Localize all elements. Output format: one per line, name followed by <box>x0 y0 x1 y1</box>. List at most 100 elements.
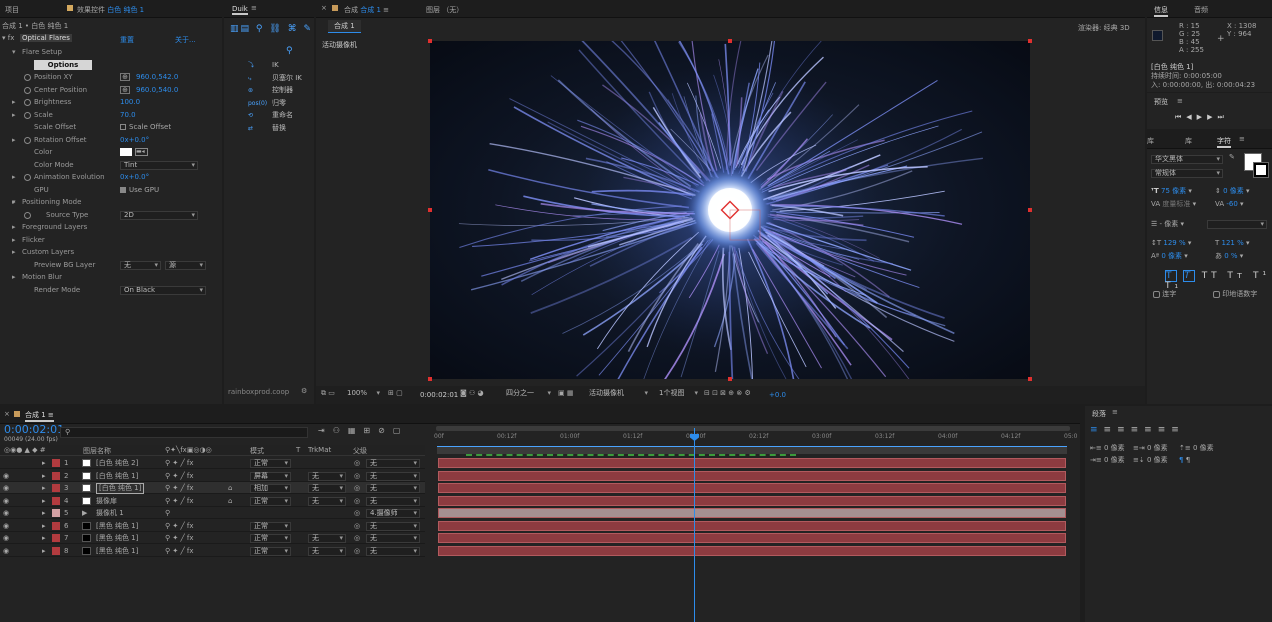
label-color[interactable] <box>52 496 60 505</box>
options-button[interactable]: Options <box>34 59 92 70</box>
tab-effects-presets[interactable]: 库 <box>1147 136 1154 146</box>
effect-param-row[interactable]: Color ▬◂ <box>0 146 222 158</box>
selection-handle[interactable] <box>728 39 732 43</box>
pickwhip-icon[interactable]: ◎ <box>354 482 360 494</box>
layer-duration-bar[interactable] <box>438 458 1066 468</box>
snapshot-icon[interactable]: ⧉ ▭ <box>321 389 335 398</box>
space-before[interactable]: ⇡≡ 0 像素 <box>1179 442 1214 454</box>
timecode[interactable]: 0:00:02:01 <box>4 423 64 436</box>
zoom-select[interactable]: 100% <box>344 390 382 399</box>
param-select[interactable]: On Black <box>120 285 206 295</box>
mode-select[interactable]: 正常 <box>250 459 291 468</box>
tab-character[interactable]: 字符 <box>1217 136 1231 148</box>
layer-duration-bar[interactable] <box>438 483 1066 493</box>
layer-switches[interactable]: ⚲ ✦ ╱ fx <box>165 545 194 557</box>
pickwhip-icon[interactable]: ◎ <box>354 457 360 469</box>
align-buttons[interactable]: ≡≡≡≡≡≡≡ <box>1090 425 1185 435</box>
eye-icon[interactable]: ◉ <box>3 495 9 507</box>
eye-icon[interactable]: ◉ <box>3 520 9 532</box>
font-family-select[interactable]: 华文黑体 <box>1151 155 1223 164</box>
current-time[interactable]: 0:00:02:01 <box>420 391 458 399</box>
selection-handle[interactable] <box>428 39 432 43</box>
stroke-type-select[interactable] <box>1207 220 1267 229</box>
eye-icon[interactable]: ◉ <box>3 532 9 544</box>
effect-param-row[interactable]: ▸ ▾ Positioning Mode <box>0 196 222 208</box>
eye-icon[interactable]: ◉ <box>3 470 9 482</box>
trkmat-select[interactable]: 无 <box>308 471 346 481</box>
time-ruler[interactable]: 00f00:12f01:00f01:12f02:00f02:12f03:00f0… <box>434 426 1077 444</box>
checkbox[interactable] <box>120 186 126 193</box>
duik-item[interactable]: ⤷ 贝塞尔 IK <box>248 73 302 83</box>
stopwatch-icon[interactable] <box>24 74 31 81</box>
kerning[interactable]: VA 度量标准 ▾ <box>1151 198 1196 210</box>
duik-bone-icon[interactable]: ⚲ <box>286 46 293 56</box>
pickwhip-icon[interactable]: ◎ <box>354 495 360 507</box>
menu-icon[interactable]: ≡ <box>251 4 257 12</box>
selection-handle[interactable] <box>1028 39 1032 43</box>
font-size[interactable]: ᵀT 75 像素 ▾ <box>1151 185 1192 197</box>
layer-row[interactable]: ◉ ▸ 3 [白色 纯色 1] ⚲ ✦ ╱ fx ⌂ 相加 无 ◎ 无 <box>0 482 425 494</box>
layer-name[interactable]: [白色 纯色 1] <box>96 483 145 494</box>
twirl-icon[interactable]: ▸ <box>12 109 16 121</box>
pickwhip-icon[interactable]: ◎ <box>354 532 360 544</box>
twirl-icon[interactable]: ▸ <box>12 134 16 146</box>
fx-toggle-icon[interactable]: ▾ fx <box>2 34 14 42</box>
layer-switches[interactable]: ⚲ ✦ ╱ fx <box>165 532 194 544</box>
roi-icon[interactable]: ▣ ▦ <box>558 389 573 397</box>
camera-snap-icon[interactable]: ◙ ⚇ ◕ <box>460 389 484 397</box>
layer-duration-bar[interactable] <box>438 533 1066 543</box>
effect-param-row[interactable]: Position XY ⊕ 960.0,542.0 <box>0 71 222 83</box>
mode-select[interactable]: 正常 <box>250 534 291 543</box>
effect-param-row[interactable]: Source Type 2D <box>0 209 222 221</box>
twirl-icon[interactable]: ▸ <box>12 96 16 108</box>
tab-duik[interactable]: Duik <box>232 5 248 15</box>
layer-name[interactable]: 摄像机 1 <box>96 507 124 519</box>
twirl-icon[interactable]: ▸ <box>42 470 46 482</box>
param-select[interactable]: 2D <box>120 210 198 220</box>
effect-param-row[interactable]: Color Mode Tint <box>0 159 222 171</box>
layer-row[interactable]: ◉ ▸ 8 [黑色 纯色 1] ⚲ ✦ ╱ fx 正常 无 ◎ 无 <box>0 545 425 557</box>
effect-param-row[interactable]: ▸ Motion Blur <box>0 271 222 283</box>
trkmat-select[interactable]: 无 <box>308 546 346 556</box>
fx-name[interactable]: Optical Flares <box>20 34 72 42</box>
parent-select[interactable]: 无 <box>366 521 420 531</box>
param-value[interactable]: 0x+0.0° <box>120 171 149 183</box>
playhead[interactable] <box>694 428 695 622</box>
stroke-width[interactable]: ☰ - 像素 ▾ <box>1151 218 1184 230</box>
indent-first[interactable]: ⇥≡ 0 像素 <box>1090 454 1125 466</box>
mode-select[interactable]: 正常 <box>250 521 291 531</box>
layer-row[interactable]: ◉ ▸ 2 [白色 纯色 1] ⚲ ✦ ╱ fx 屏幕 无 ◎ 无 <box>0 470 425 482</box>
layer-duration-bar[interactable] <box>438 495 1066 506</box>
leading[interactable]: ⇕ 0 像素 ▾ <box>1215 185 1250 197</box>
fx-reset-link[interactable]: 重置 <box>120 35 134 45</box>
layer-row[interactable]: ▸ 1 [白色 纯色 2] ⚲ ✦ ╱ fx 正常 ◎ 无 <box>0 457 425 469</box>
effect-param-row[interactable]: ▸ Flicker <box>0 234 222 246</box>
param-select[interactable]: 无 <box>120 260 161 270</box>
duik-item[interactable]: ⟲ 重命名 <box>248 110 293 120</box>
param-value[interactable]: 70.0 <box>120 109 136 121</box>
work-area-bar[interactable] <box>437 446 1067 454</box>
trkmat-select[interactable]: 无 <box>308 534 346 543</box>
font-style-select[interactable]: 常规体 <box>1151 169 1223 178</box>
parent-select[interactable]: 无 <box>366 546 420 556</box>
close-icon[interactable]: × <box>4 410 10 418</box>
menu-icon[interactable]: ≡ <box>1177 97 1183 105</box>
stopwatch-icon[interactable] <box>24 86 31 94</box>
tsume[interactable]: あ 0 % ▾ <box>1215 250 1243 262</box>
effect-param-row[interactable]: Preview BG Layer 无源 <box>0 259 222 271</box>
hindi-digits-checkbox[interactable]: 印地语数字 <box>1213 289 1257 299</box>
effect-param-row[interactable]: Center Position ⊕ 960.0,540.0 <box>0 84 222 96</box>
twirl-icon[interactable]: ▸ <box>42 532 46 544</box>
layer-row[interactable]: ◉ ▸ 7 [黑色 纯色 1] ⚲ ✦ ╱ fx 正常 无 ◎ 无 <box>0 532 425 544</box>
duik-item[interactable]: ⊛ 控制器 <box>248 85 293 95</box>
3d-icon[interactable]: ⌂ <box>228 495 232 507</box>
horizontal-scale[interactable]: T 121 % ▾ <box>1215 237 1250 249</box>
eyedropper-icon[interactable]: ▬◂ <box>135 148 148 156</box>
trkmat-select[interactable]: 无 <box>308 496 346 506</box>
label-color[interactable] <box>52 459 60 467</box>
vertical-scale[interactable]: ↕T 129 % ▾ <box>1151 237 1191 249</box>
tab-timeline[interactable]: 合成 1 ≡ <box>25 410 54 422</box>
preview-controls[interactable]: ⏮◀▶▶⏭ <box>1175 113 1229 122</box>
stopwatch-icon[interactable] <box>24 111 31 119</box>
comp-subtab[interactable]: 合成 1 <box>328 20 361 33</box>
